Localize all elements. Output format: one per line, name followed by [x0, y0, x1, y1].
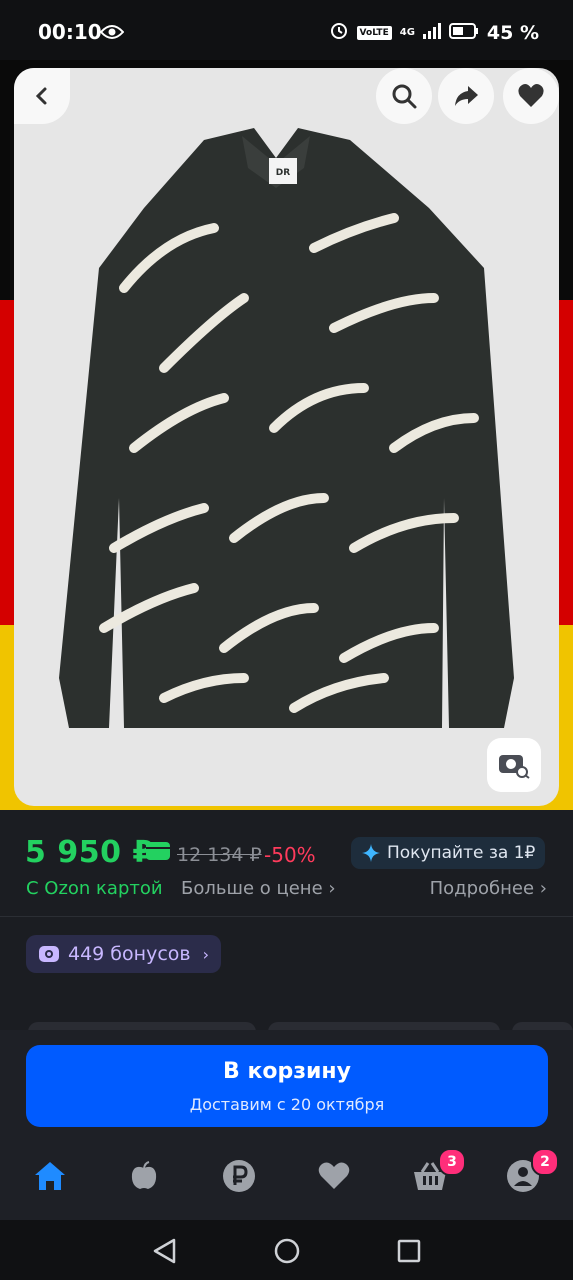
- alarm-icon: [329, 20, 349, 45]
- apple-icon: [131, 1161, 157, 1189]
- cart-button-title: В корзину: [223, 1059, 351, 1084]
- eye-icon: [99, 24, 125, 44]
- tab-profile[interactable]: 2: [503, 1148, 559, 1196]
- card-icon: [146, 842, 170, 860]
- cart-bar: В корзину Доставим с 20 октября: [0, 1030, 573, 1140]
- battery-icon: [448, 22, 479, 44]
- bonus-coin-icon: [39, 946, 59, 962]
- current-price: 5 950 ₽: [25, 835, 154, 870]
- chevron-left-icon: [35, 87, 47, 105]
- profile-count-badge: 2: [531, 1148, 559, 1176]
- price-section: 5 950 ₽ 12 134 ₽ -50% Покупайте за 1₽ С …: [0, 810, 573, 1025]
- more-about-price-link[interactable]: Больше о цене ›: [181, 878, 336, 899]
- bottom-tab-bar: 3 2: [0, 1140, 573, 1220]
- tab-finance[interactable]: [219, 1156, 259, 1196]
- discount-badge: -50%: [264, 843, 316, 867]
- search-icon: [392, 84, 417, 109]
- bonus-button[interactable]: 449 бонусов ›: [26, 935, 221, 973]
- back-nav-icon[interactable]: [152, 1238, 178, 1264]
- tab-home[interactable]: [30, 1156, 70, 1196]
- sparkle-icon: [362, 844, 380, 862]
- ozon-card-label: С Ozon картой: [26, 878, 163, 899]
- chevron-right-icon: ›: [202, 944, 209, 964]
- status-icons: VoLTE 4G 45 %: [329, 20, 539, 45]
- system-nav-bar: [0, 1220, 573, 1280]
- home-nav-icon[interactable]: [273, 1237, 301, 1265]
- old-price: 12 134 ₽: [177, 844, 262, 866]
- heart-icon: [318, 1162, 350, 1189]
- tab-favorites[interactable]: [314, 1156, 354, 1196]
- details-link[interactable]: Подробнее ›: [430, 878, 547, 899]
- status-time: 00:10: [38, 20, 102, 44]
- tab-cart[interactable]: 3: [410, 1148, 466, 1196]
- add-to-cart-button[interactable]: В корзину Доставим с 20 октября: [26, 1045, 548, 1127]
- buy-for-1-rub-button[interactable]: Покупайте за 1₽: [351, 837, 546, 869]
- share-button[interactable]: [438, 68, 494, 124]
- product-image[interactable]: DR: [14, 68, 559, 806]
- divider: [0, 916, 573, 917]
- network-label: 4G: [399, 27, 415, 38]
- brand-label: DR: [276, 168, 290, 178]
- status-bar: 00:10 VoLTE 4G 45 %: [0, 0, 573, 60]
- bonus-label: 449 бонусов: [68, 943, 191, 965]
- image-search-button[interactable]: [487, 738, 541, 792]
- battery-percent: 45 %: [486, 21, 539, 44]
- ruble-icon: [223, 1160, 255, 1192]
- home-icon: [35, 1162, 65, 1190]
- cart-count-badge: 3: [438, 1148, 466, 1176]
- recents-nav-icon[interactable]: [396, 1238, 422, 1264]
- delivery-date: Доставим с 20 октября: [189, 1095, 385, 1114]
- tab-fresh[interactable]: [124, 1156, 164, 1196]
- buy-badge-label: Покупайте за 1₽: [387, 843, 536, 863]
- volte-icon: VoLTE: [356, 25, 392, 40]
- favorite-button[interactable]: [503, 68, 559, 124]
- signal-icon: [422, 22, 441, 44]
- share-arrow-icon: [455, 86, 478, 106]
- camera-search-icon: [499, 755, 530, 779]
- heart-icon: [518, 84, 544, 107]
- shirt-illustration: DR: [59, 128, 514, 728]
- search-button[interactable]: [376, 68, 432, 124]
- back-button[interactable]: [14, 68, 70, 124]
